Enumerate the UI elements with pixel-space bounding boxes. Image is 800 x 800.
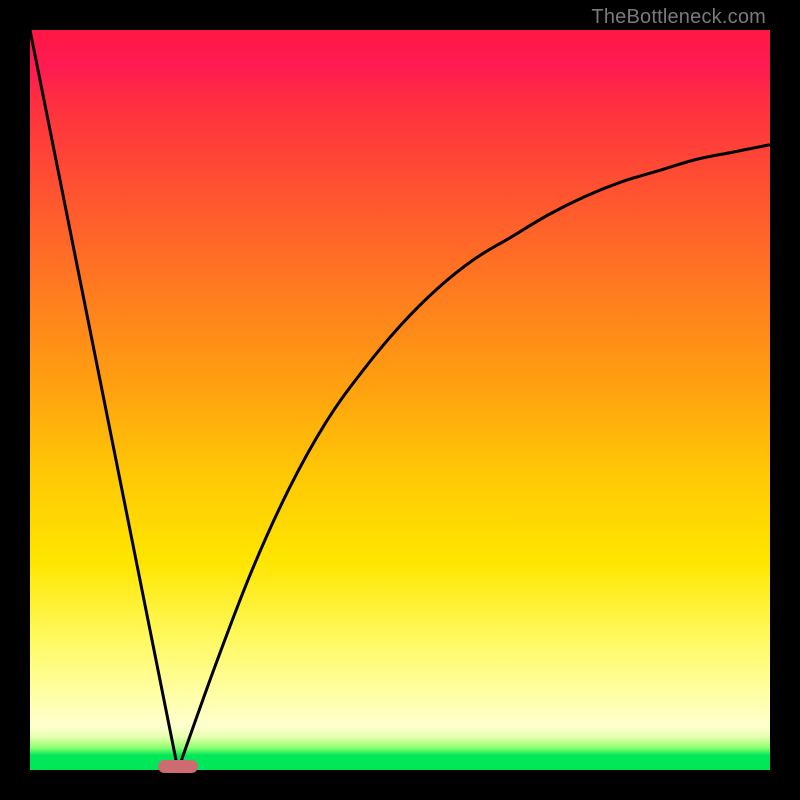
chart-frame bbox=[30, 30, 770, 770]
bottleneck-curve bbox=[30, 30, 770, 770]
curve-path bbox=[30, 30, 770, 770]
minimum-marker bbox=[158, 760, 198, 773]
watermark-text: TheBottleneck.com bbox=[591, 6, 766, 29]
